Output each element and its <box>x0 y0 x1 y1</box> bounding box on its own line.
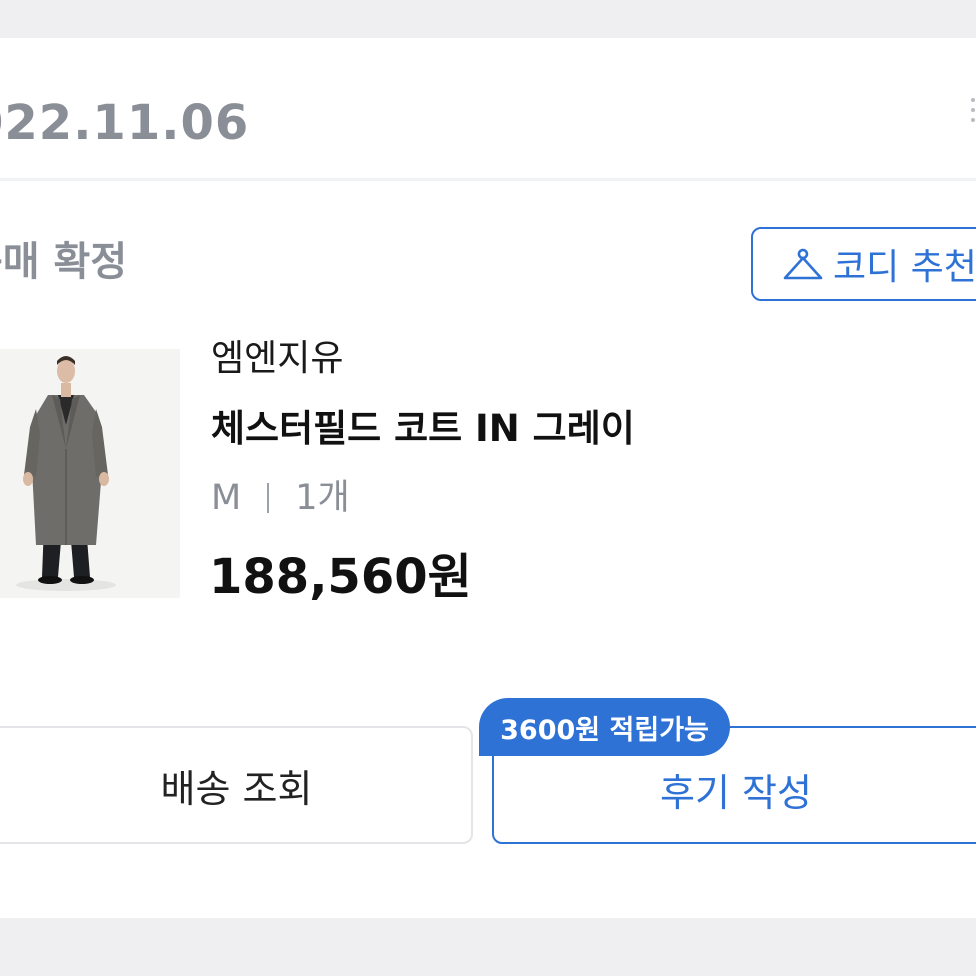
divider <box>0 178 976 181</box>
chevron-right-icon[interactable] <box>970 92 976 142</box>
product-name[interactable]: 체스터필드 코트 IN 그레이 <box>211 404 635 454</box>
hanger-icon <box>783 248 823 280</box>
product-options: M 1개 <box>211 474 350 522</box>
codi-recommend-button[interactable]: 코디 추천 <box>751 227 976 301</box>
points-badge: 3600원 적립가능 <box>479 698 730 756</box>
option-separator <box>267 483 270 513</box>
shipping-track-button[interactable]: 배송 조회 <box>0 726 473 844</box>
shipping-track-label: 배송 조회 <box>160 766 313 811</box>
write-review-label: 후기 작성 <box>660 770 812 815</box>
order-status: 구매 확정 <box>0 239 128 285</box>
product-price: 188,560원 <box>209 549 472 605</box>
product-brand[interactable]: 엠엔지유 <box>211 335 343 383</box>
product-size: M <box>211 478 242 518</box>
product-image[interactable] <box>0 349 180 598</box>
top-separator-band <box>0 0 976 38</box>
bottom-separator-band <box>0 918 976 976</box>
order-date: 022.11.06 <box>0 95 250 151</box>
product-quantity: 1개 <box>295 478 350 518</box>
coat-model-illustration <box>0 349 180 598</box>
codi-recommend-label: 코디 추천 <box>833 247 976 288</box>
